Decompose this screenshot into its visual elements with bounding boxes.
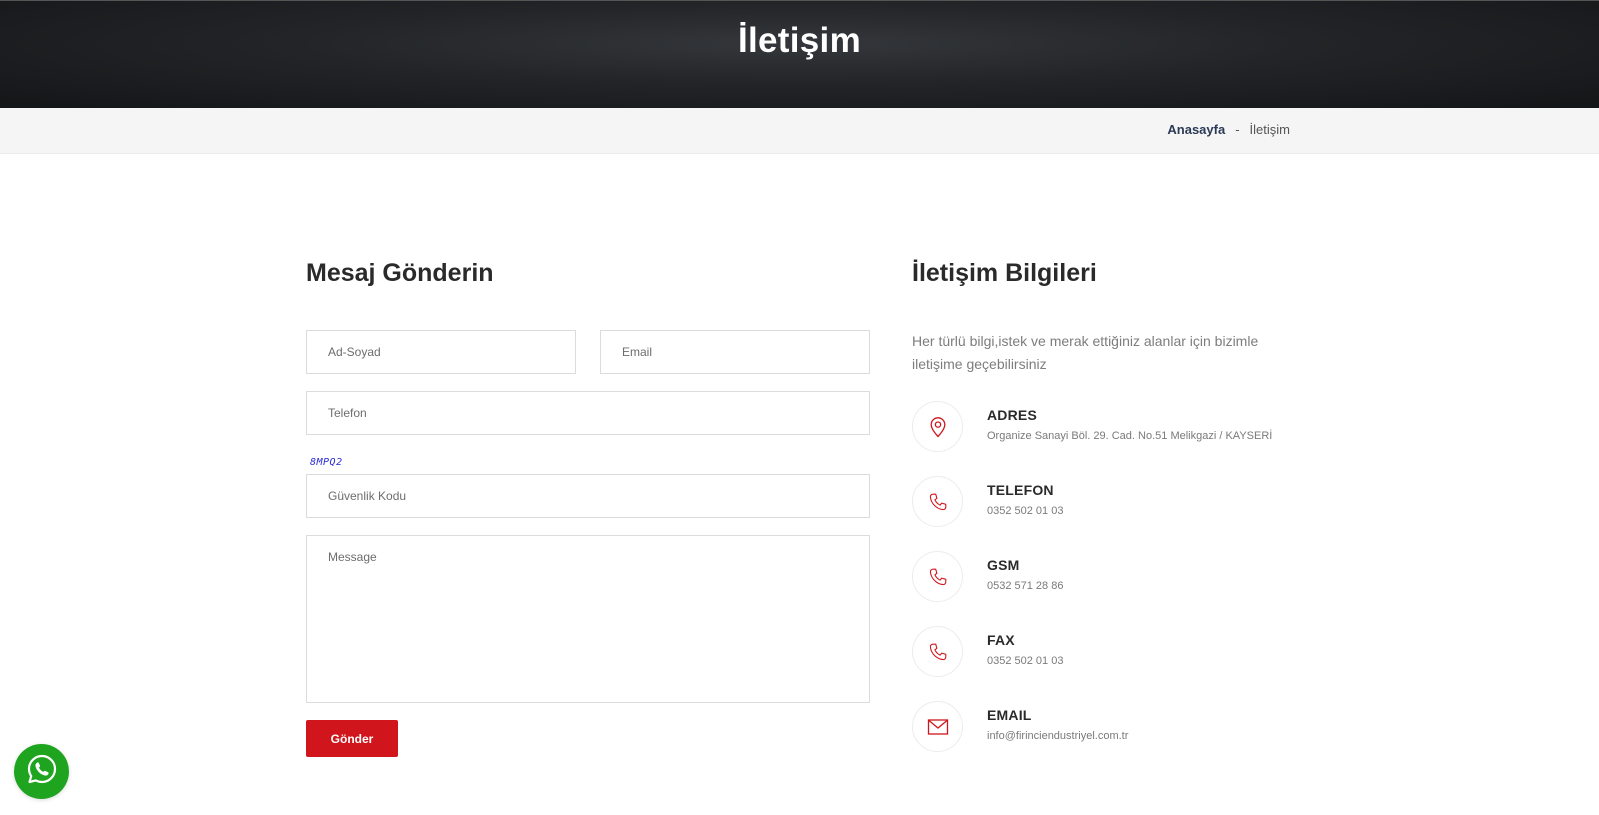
breadcrumb-home-link[interactable]: Anasayfa	[1167, 122, 1225, 137]
contact-item-gsm: GSM 0532 571 28 86	[912, 551, 1312, 603]
phone-icon	[912, 551, 963, 602]
contact-item-value: Organize Sanayi Böl. 29. Cad. No.51 Meli…	[987, 430, 1273, 442]
envelope-icon	[912, 701, 963, 752]
contact-item-label: ADRES	[987, 407, 1038, 423]
contact-item-email: EMAIL info@firinciendustriyel.com.tr	[912, 701, 1312, 753]
email-input[interactable]	[600, 330, 870, 374]
phone-icon	[912, 476, 963, 527]
contact-item-address: ADRES Organize Sanayi Böl. 29. Cad. No.5…	[912, 401, 1312, 453]
breadcrumb-bar: Anasayfa - İletişim	[0, 108, 1599, 154]
page-title: İletişim	[737, 21, 861, 60]
whatsapp-icon	[25, 752, 59, 791]
contact-item-value: 0352 502 01 03	[987, 655, 1064, 667]
contact-item-fax: FAX 0352 502 01 03	[912, 626, 1312, 678]
contact-item-value: 0352 502 01 03	[987, 505, 1064, 517]
name-input[interactable]	[306, 330, 576, 374]
contact-item-label: GSM	[987, 557, 1020, 573]
breadcrumb: Anasayfa - İletişim	[1167, 122, 1290, 137]
contact-item-label: TELEFON	[987, 482, 1054, 498]
contact-item-value: 0532 571 28 86	[987, 580, 1064, 592]
security-code-input[interactable]	[306, 474, 870, 518]
message-textarea[interactable]	[306, 535, 870, 703]
phone-input[interactable]	[306, 391, 870, 435]
email-link[interactable]: info@firinciendustriyel.com.tr	[987, 730, 1128, 742]
contact-intro-text: Her türlü bilgi,istek ve merak ettiğiniz…	[912, 333, 1259, 372]
send-button[interactable]: Gönder	[306, 720, 398, 757]
contact-item-phone: TELEFON 0352 502 01 03	[912, 476, 1312, 528]
contact-info-title: İletişim Bilgileri	[912, 259, 1097, 287]
breadcrumb-separator: -	[1235, 122, 1240, 137]
captcha-image: 8MPQ2	[310, 457, 343, 468]
whatsapp-button[interactable]	[14, 744, 69, 799]
page-header-banner: İletişim	[0, 0, 1599, 108]
phone-icon	[912, 626, 963, 677]
contact-item-label: EMAIL	[987, 707, 1032, 723]
contact-item-label: FAX	[987, 632, 1015, 648]
breadcrumb-current: İletişim	[1249, 122, 1290, 137]
message-form-title: Mesaj Gönderin	[306, 259, 494, 287]
location-pin-icon	[912, 401, 963, 452]
